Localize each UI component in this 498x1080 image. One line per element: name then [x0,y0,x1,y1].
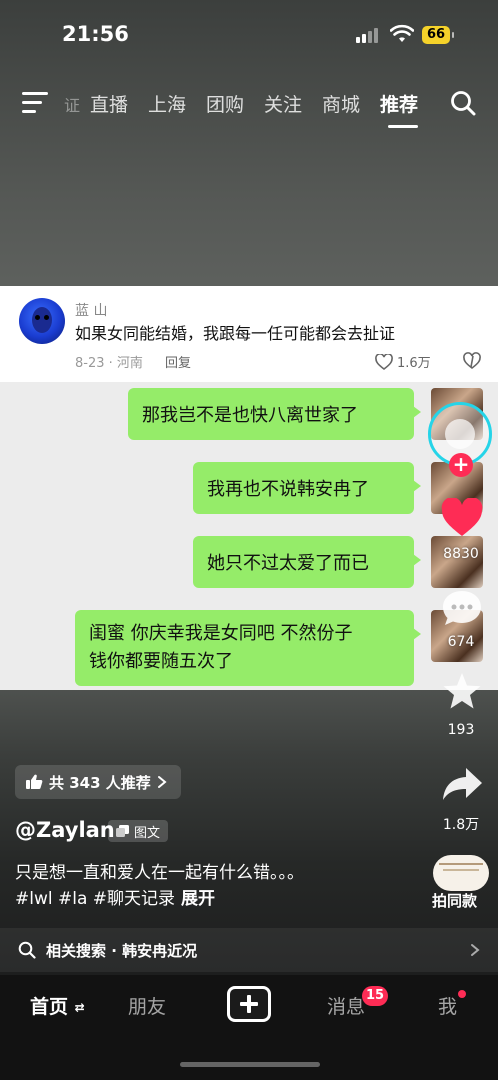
related-search-text: 相关搜索 · 韩安冉近况 [46,941,198,960]
tab-live[interactable]: 直播 [90,90,148,117]
battery-indicator: 66 [422,26,454,44]
search-icon[interactable] [450,90,476,116]
comment-count: 674 [447,634,475,650]
tab-home-label: 首页 [30,996,69,1018]
tab-partial[interactable]: 证 [64,90,90,117]
commenter-name[interactable]: 蓝 山 [75,300,107,320]
recommend-pill[interactable]: 共 343 人推荐 [15,765,181,799]
chat-message: 她只不过太爱了而已 [207,553,369,574]
create-post-button[interactable] [227,986,271,1022]
video-caption: 只是想一直和爱人在一起有什么错。。。 #lwl #la #聊天记录 展开 [15,860,304,912]
caption-hashtags[interactable]: #lwl #la #聊天记录 [15,889,175,909]
tab-me[interactable]: 我 [438,992,457,1019]
chat-message: 那我岂不是也快八离世家了 [142,405,358,426]
chat-bubble: 她只不过太爱了而已 [193,536,421,588]
comment-like-button[interactable]: 1.6万 [375,352,431,371]
chat-bubble: 那我岂不是也快八离世家了 [128,388,421,440]
share-icon[interactable] [441,766,483,802]
tab-friends[interactable]: 朋友 [128,992,166,1019]
chevron-right-icon [471,944,480,956]
author-name[interactable]: @Zaylan [15,818,115,842]
reply-button[interactable]: 回复 [165,352,191,371]
refresh-swap-icon: ⇄ [74,1000,85,1015]
expand-button[interactable]: 展开 [181,889,215,909]
image-text-tag: 图文 [108,820,169,842]
comment-icon[interactable] [441,588,483,628]
status-time: 21:56 [62,22,129,46]
heart-icon[interactable] [440,498,484,538]
chat-bubble: 我再也不说韩安冉了 [193,462,421,514]
top-nav: 证 直播 上海 团购 关注 商城 推荐 [64,90,438,117]
active-tab-indicator [388,125,418,128]
comment-like-count: 1.6万 [397,356,431,371]
search-small-icon [18,941,36,959]
wifi-icon [390,24,414,42]
gallery-icon [116,825,129,837]
tab-group-buy[interactable]: 团购 [206,90,264,117]
tab-following[interactable]: 关注 [264,90,322,117]
menu-icon[interactable] [22,92,48,114]
chat-bubble: 闺蜜 你庆幸我是女同吧 不然份子 钱你都要随五次了 [75,610,421,686]
caption-text: 只是想一直和爱人在一起有什么错。。。 [15,863,304,883]
cell-signal-icon [356,28,378,43]
chat-avatar [431,536,483,588]
chat-message: 闺蜜 你庆幸我是女同吧 不然份子 [89,623,353,644]
thumbs-up-icon [26,774,43,789]
sound-use-button[interactable]: 拍同款 [432,890,477,911]
sound-disc[interactable] [433,855,489,891]
like-count: 8830 [443,546,479,562]
tag-label: 图文 [134,825,161,841]
comment-meta: 8-23 · 河南 [75,356,143,371]
tab-mall[interactable]: 商城 [322,90,380,117]
heart-outline-icon [375,353,393,370]
follow-button[interactable]: + [449,453,473,477]
share-count: 1.8万 [442,817,480,833]
tab-messages[interactable]: 消息 [327,992,365,1019]
me-notification-dot [458,990,466,998]
comment-text: 如果女同能结婚，我跟每一任可能都会去扯证 [75,324,396,343]
tab-shanghai[interactable]: 上海 [148,90,206,117]
home-indicator [180,1062,320,1067]
star-icon[interactable] [441,670,483,712]
tab-recommend[interactable]: 推荐 [380,90,438,117]
messages-badge: 15 [362,986,388,1006]
recommend-label: 共 343 人推荐 [49,773,151,792]
commenter-avatar[interactable] [19,298,65,344]
favorite-count: 193 [447,722,475,738]
related-search-bar[interactable]: 相关搜索 · 韩安冉近况 [0,928,498,972]
chat-message: 钱你都要随五次了 [89,651,233,672]
chevron-right-icon [157,776,167,788]
tab-home[interactable]: 首页 ⇄ [30,992,85,1019]
dislike-icon[interactable] [462,352,482,370]
chat-message: 我再也不说韩安冉了 [207,479,369,500]
